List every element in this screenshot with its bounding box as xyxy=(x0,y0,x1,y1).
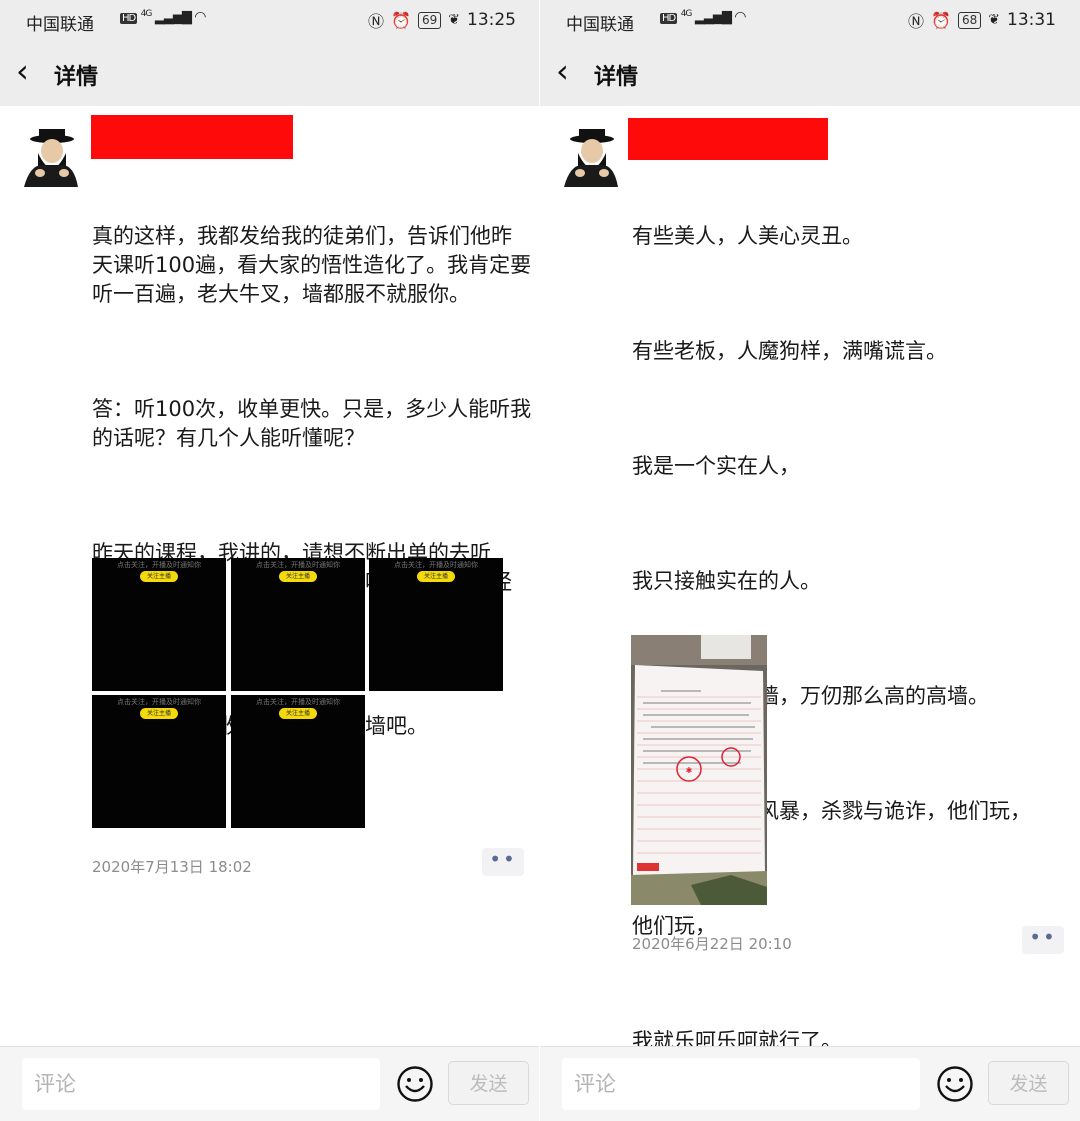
carrier-name: 中国联通 xyxy=(26,15,94,35)
nfc-icon: Ⓝ xyxy=(908,12,925,31)
avatar[interactable] xyxy=(560,125,622,187)
avatar[interactable] xyxy=(20,125,82,187)
right-screen: 中国联通 HD 4G ▂▃▅▇ ◠ Ⓝ ⏰ 68 ❦ 13:31 ‹ 详情 有些… xyxy=(540,0,1080,1121)
alarm-icon: ⏰ xyxy=(391,10,411,30)
document-photo[interactable]: ✱ xyxy=(631,635,767,905)
send-button[interactable]: 发送 xyxy=(448,1061,529,1105)
network-type: 4G xyxy=(680,9,693,19)
comment-input[interactable]: 评论 xyxy=(22,1058,380,1110)
page-title: 详情 xyxy=(594,65,639,90)
clock-time: 13:31 xyxy=(1007,10,1056,30)
left-screen: 中国联通 HD 4G ▂▃▅▇ ◠ Ⓝ ⏰ 69 ❦ 13:25 ‹ 详情 真的… xyxy=(0,0,540,1121)
send-button[interactable]: 发送 xyxy=(988,1061,1069,1105)
back-icon[interactable]: ‹ xyxy=(16,53,29,89)
grid-image[interactable]: 点击关注，开播及时通知你 关注主播 xyxy=(231,695,365,828)
post-paragraph: 我只接触实在的人。 xyxy=(632,569,821,593)
signal-icon: HD 4G ▂▃▅▇ ◠ xyxy=(660,9,747,25)
redacted-username xyxy=(91,115,293,159)
clock-time: 13:25 xyxy=(467,10,516,30)
redacted-username xyxy=(628,118,828,160)
network-type: 4G xyxy=(140,9,153,19)
status-bar: 中国联通 HD 4G ▂▃▅▇ ◠ Ⓝ ⏰ 68 ❦ 13:31 xyxy=(540,0,1080,42)
page-title: 详情 xyxy=(54,65,99,90)
screenshot-pair: 中国联通 HD 4G ▂▃▅▇ ◠ Ⓝ ⏰ 69 ❦ 13:25 ‹ 详情 真的… xyxy=(0,0,1080,1121)
post-paragraph: 答：听100次，收单更快。只是，多少人能听我的话呢？有几个人能听懂呢？ xyxy=(92,397,532,450)
post-timestamp: 2020年7月13日 18:02 xyxy=(92,858,252,876)
carrier-name: 中国联通 xyxy=(566,15,634,35)
hd-badge: HD xyxy=(120,13,138,24)
comment-bar: 评论 发送 xyxy=(0,1046,540,1121)
nav-bar: ‹ 详情 xyxy=(540,42,1080,106)
post-paragraph: 我是一个实在人， xyxy=(632,454,800,478)
grid-image[interactable]: 点击关注，开播及时通知你 关注主播 xyxy=(92,558,226,691)
back-icon[interactable]: ‹ xyxy=(556,53,569,89)
more-options-button[interactable]: •• xyxy=(482,848,524,876)
leaf-icon: ❦ xyxy=(448,12,460,28)
emoji-icon[interactable] xyxy=(396,1065,434,1103)
post-paragraph: 有些老板，人魔狗样，满嘴谎言。 xyxy=(632,339,947,363)
post-paragraph: 有些美人，人美心灵丑。 xyxy=(632,224,863,248)
hd-badge: HD xyxy=(660,13,678,24)
comment-input[interactable]: 评论 xyxy=(562,1058,920,1110)
grid-image[interactable]: 点击关注，开播及时通知你 关注主播 xyxy=(231,558,365,691)
battery-indicator: 69 xyxy=(417,11,442,29)
leaf-icon: ❦ xyxy=(988,12,1000,28)
post-timestamp: 2020年6月22日 20:10 xyxy=(632,935,792,953)
alarm-icon: ⏰ xyxy=(931,10,951,30)
nav-bar: ‹ 详情 xyxy=(0,42,540,106)
status-bar: 中国联通 HD 4G ▂▃▅▇ ◠ Ⓝ ⏰ 69 ❦ 13:25 xyxy=(0,0,540,42)
comment-bar: 评论 发送 xyxy=(540,1046,1080,1121)
grid-image[interactable]: 点击关注，开播及时通知你 关注主播 xyxy=(92,695,226,828)
svg-text:✱: ✱ xyxy=(686,766,693,775)
nfc-icon: Ⓝ xyxy=(368,12,385,31)
emoji-icon[interactable] xyxy=(936,1065,974,1103)
grid-image[interactable]: 点击关注，开播及时通知你 关注主播 xyxy=(369,558,503,691)
post-paragraph: 真的这样，我都发给我的徒弟们，告诉们他昨天课听100遍，看大家的悟性造化了。我肯… xyxy=(92,224,532,306)
battery-indicator: 68 xyxy=(957,11,982,29)
signal-icon: HD 4G ▂▃▅▇ ◠ xyxy=(120,9,207,25)
more-options-button[interactable]: •• xyxy=(1022,926,1064,954)
